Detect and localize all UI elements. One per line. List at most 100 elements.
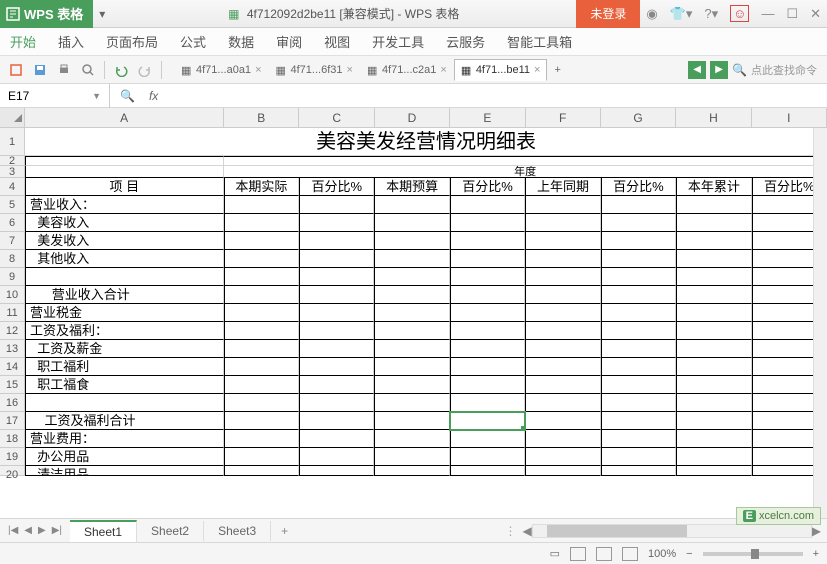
cell-D6[interactable] [374, 214, 449, 232]
horizontal-scrollbar[interactable] [532, 524, 812, 538]
row-header-11[interactable]: 11 [0, 304, 25, 322]
cell-C7[interactable] [299, 232, 374, 250]
cell-H8[interactable] [676, 250, 751, 268]
sheet-next-icon[interactable]: ▶ [36, 523, 48, 538]
cell-H6[interactable] [676, 214, 751, 232]
row-header-17[interactable]: 17 [0, 412, 25, 430]
cell-A12[interactable]: 工资及福利： [25, 322, 224, 340]
row-header-7[interactable]: 7 [0, 232, 25, 250]
cell-E5[interactable] [450, 196, 525, 214]
view-page-icon[interactable] [596, 547, 612, 561]
cell-A20[interactable]: 清洁用品 [25, 466, 224, 476]
cell-A16[interactable] [25, 394, 224, 412]
cell-A11[interactable]: 营业税金 [25, 304, 224, 322]
header-actual[interactable]: 本期实际 [224, 178, 299, 196]
cell-A14[interactable]: 职工福利 [25, 358, 224, 376]
cell-A5[interactable]: 营业收入： [25, 196, 224, 214]
cell-D14[interactable] [374, 358, 449, 376]
save-icon[interactable] [30, 60, 50, 80]
cell-C10[interactable] [299, 286, 374, 304]
col-header-E[interactable]: E [450, 108, 525, 128]
zoom-level[interactable]: 100% [648, 548, 676, 560]
cell-F6[interactable] [525, 214, 600, 232]
menu-cloud[interactable]: 云服务 [446, 32, 485, 51]
cell-F14[interactable] [525, 358, 600, 376]
header-budget[interactable]: 本期预算 [374, 178, 449, 196]
search-input[interactable]: 点此查找命令 [751, 62, 817, 78]
row-header-6[interactable]: 6 [0, 214, 25, 232]
header-ytd[interactable]: 本年累计 [676, 178, 751, 196]
cell-B7[interactable] [224, 232, 299, 250]
nav-prev-icon[interactable]: ◀ [688, 61, 706, 79]
cell-D16[interactable] [374, 394, 449, 412]
tab-close-icon[interactable]: × [440, 64, 446, 76]
cell-F19[interactable] [525, 448, 600, 466]
cell-F20[interactable] [525, 466, 600, 476]
search-icon[interactable]: 🔍 [732, 63, 747, 77]
cell-A9[interactable] [25, 268, 224, 286]
cell-C11[interactable] [299, 304, 374, 322]
cell-F16[interactable] [525, 394, 600, 412]
zoom-out-icon[interactable]: − [686, 548, 692, 560]
hscroll-right-icon[interactable]: ▶ [812, 524, 821, 538]
cell-F5[interactable] [525, 196, 600, 214]
cell-B20[interactable] [224, 466, 299, 476]
menu-view[interactable]: 视图 [324, 32, 350, 51]
cell-G9[interactable] [601, 268, 676, 286]
fx-label[interactable]: fx [149, 89, 158, 103]
cell-G8[interactable] [601, 250, 676, 268]
cell-B10[interactable] [224, 286, 299, 304]
cell-G15[interactable] [601, 376, 676, 394]
header-pct2[interactable]: 百分比% [450, 178, 525, 196]
minimize-icon[interactable]: — [761, 6, 774, 21]
cell-H14[interactable] [676, 358, 751, 376]
cell-G17[interactable] [601, 412, 676, 430]
row-header-18[interactable]: 18 [0, 430, 25, 448]
vertical-scrollbar[interactable] [813, 128, 827, 518]
cell-D19[interactable] [374, 448, 449, 466]
cell-H17[interactable] [676, 412, 751, 430]
cell-D18[interactable] [374, 430, 449, 448]
name-box-dropdown-icon[interactable]: ▼ [92, 91, 101, 101]
cell-A17[interactable]: 工资及福利合计 [25, 412, 224, 430]
help-icon[interactable]: ?▾ [704, 6, 718, 22]
col-header-C[interactable]: C [299, 108, 374, 128]
cell-E20[interactable] [450, 466, 525, 476]
close-icon[interactable]: ✕ [810, 6, 821, 22]
cell-G6[interactable] [601, 214, 676, 232]
row-header-15[interactable]: 15 [0, 376, 25, 394]
tab-close-icon[interactable]: × [347, 64, 353, 76]
doc-tab-4[interactable]: ▦4f71...be11× [454, 59, 548, 81]
menu-formula[interactable]: 公式 [180, 32, 206, 51]
formula-input[interactable] [168, 88, 827, 103]
cell-F18[interactable] [525, 430, 600, 448]
nav-next-icon[interactable]: ▶ [710, 61, 728, 79]
doc-tab-2[interactable]: ▦4f71...6f31× [269, 59, 360, 81]
row-header-3[interactable]: 3 [0, 166, 25, 178]
row-header-8[interactable]: 8 [0, 250, 25, 268]
cell-D11[interactable] [374, 304, 449, 322]
cell-C15[interactable] [299, 376, 374, 394]
cell-A10[interactable]: 营业收入合计 [25, 286, 224, 304]
cell-G11[interactable] [601, 304, 676, 322]
cell-C6[interactable] [299, 214, 374, 232]
cell-A6[interactable]: 美容收入 [25, 214, 224, 232]
row-header-5[interactable]: 5 [0, 196, 25, 214]
col-header-H[interactable]: H [676, 108, 751, 128]
cell-C5[interactable] [299, 196, 374, 214]
cell-C14[interactable] [299, 358, 374, 376]
cell-B16[interactable] [224, 394, 299, 412]
cell-E14[interactable] [450, 358, 525, 376]
cell-G20[interactable] [601, 466, 676, 476]
cell-B19[interactable] [224, 448, 299, 466]
cell-B9[interactable] [224, 268, 299, 286]
feedback-icon[interactable]: ☺ [730, 5, 749, 22]
cell-G18[interactable] [601, 430, 676, 448]
header-lastyear[interactable]: 上年同期 [525, 178, 600, 196]
split-handle-icon[interactable]: ⋮ [505, 524, 517, 538]
row-header-14[interactable]: 14 [0, 358, 25, 376]
menu-smart-tools[interactable]: 智能工具箱 [507, 32, 572, 51]
cell-D15[interactable] [374, 376, 449, 394]
menu-start[interactable]: 开始 [10, 32, 36, 51]
cell-F11[interactable] [525, 304, 600, 322]
